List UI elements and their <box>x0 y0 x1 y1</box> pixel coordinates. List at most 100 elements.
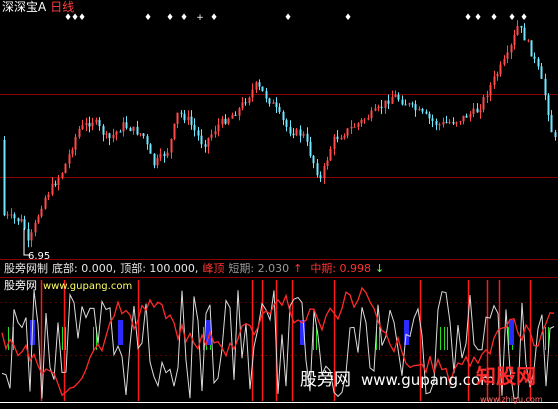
candle-body <box>292 133 295 136</box>
candle-body <box>486 95 489 98</box>
candle-body <box>217 124 220 132</box>
candle-body <box>489 84 492 96</box>
candle-body <box>476 108 479 113</box>
candle-body <box>493 76 496 85</box>
candle-body <box>462 115 465 122</box>
indicator-legend: 股旁网制 底部: 0.000, 顶部: 100.000, 峰顶 短期: 2.030 ↑ 中期… <box>4 262 392 275</box>
candle-body <box>238 108 241 116</box>
candle-body <box>448 122 451 124</box>
watermark-url: www.gupang.com <box>361 371 495 389</box>
candle-body <box>115 131 118 135</box>
candle-body <box>496 74 499 77</box>
signal-mark: ♦ <box>78 13 86 23</box>
candle-body <box>40 208 43 217</box>
candle-body <box>319 175 322 179</box>
candle-body <box>550 115 553 133</box>
indicator-name: 股旁网制 <box>4 262 48 275</box>
period-label: 日线 <box>50 0 75 14</box>
candle-body <box>187 116 190 121</box>
candle-body <box>54 183 57 186</box>
candle-body <box>482 97 485 110</box>
indicator-peak: 峰顶 <box>202 262 225 275</box>
candle-body <box>544 78 547 96</box>
candle-body <box>452 122 455 124</box>
candle-body <box>173 123 176 139</box>
candle-body <box>159 153 162 158</box>
site-url[interactable]: www.gupang.com <box>43 281 132 292</box>
candle-body <box>435 120 438 125</box>
candle-body <box>139 133 142 135</box>
candle-body <box>108 133 111 139</box>
candle-body <box>231 114 234 119</box>
signal-mark: ♦ <box>180 13 188 23</box>
candle-body <box>275 102 278 108</box>
candle-body <box>272 102 275 104</box>
candle-body <box>149 144 152 154</box>
candle-body <box>261 86 264 92</box>
candle-body <box>425 111 428 114</box>
signal-mark: ♦ <box>474 13 482 23</box>
candle-body <box>289 126 292 134</box>
candle-body <box>207 137 210 147</box>
candle-body <box>221 118 224 125</box>
candle-body <box>459 121 462 123</box>
candle-body <box>391 96 394 104</box>
signal-mark: ♦ <box>166 13 174 23</box>
candle-body <box>204 144 207 147</box>
candle-body <box>306 133 309 142</box>
chart-title: 深深宝A 日线 <box>2 1 74 14</box>
candle-body <box>200 135 203 145</box>
candle-body <box>421 108 424 112</box>
candle-body <box>37 216 40 223</box>
candle-body <box>193 124 196 131</box>
candle-body <box>129 127 132 132</box>
logo: 知股网 <box>476 364 536 388</box>
candle-body <box>523 27 526 41</box>
candle-body <box>397 94 400 100</box>
candle-body <box>309 141 312 156</box>
candle-body <box>282 111 285 121</box>
candle-body <box>513 34 516 46</box>
candle-body <box>136 126 139 135</box>
candle-body <box>251 89 254 98</box>
candle-body <box>88 123 91 127</box>
signal-marks: ♦♦♦ ♦ ♦ ♦ + ♦ ♦ ♦ ♦ ♦ ♦ ♦ ♦ <box>64 13 528 23</box>
candle-body <box>499 64 502 75</box>
signal-mark: ♦ <box>144 13 152 23</box>
candle-body <box>360 119 363 124</box>
candle-body <box>336 136 339 140</box>
candle-body <box>61 173 64 178</box>
stock-chart[interactable]: ♦♦♦ ♦ ♦ ♦ + ♦ ♦ ♦ ♦ ♦ ♦ ♦ ♦ <box>0 0 558 409</box>
signal-mark: ♦ <box>520 13 528 23</box>
candle-body <box>465 115 468 118</box>
candle-body <box>340 137 343 140</box>
candle-body <box>533 56 536 59</box>
candle-body <box>346 128 349 136</box>
candle-body <box>530 40 533 57</box>
candle-body <box>404 104 407 106</box>
candle-body <box>554 132 557 138</box>
candle-body <box>353 126 356 128</box>
signal-mark: ♦ <box>284 13 292 23</box>
candle-body <box>323 165 326 179</box>
candle-body <box>98 119 101 126</box>
candle-body <box>163 153 166 157</box>
candle-body <box>547 95 550 116</box>
candle-body <box>170 138 173 153</box>
candle-body <box>442 121 445 125</box>
candle-body <box>394 94 397 97</box>
candle-body <box>329 148 332 161</box>
candle-body <box>380 106 383 108</box>
candle-body <box>64 163 67 174</box>
candle-body <box>183 113 186 121</box>
candle-body <box>258 82 261 87</box>
signal-mark: ♦ <box>464 13 472 23</box>
candle-body <box>3 140 6 216</box>
candle-body <box>527 40 530 42</box>
candle-body <box>224 118 227 124</box>
candle-body <box>312 155 315 164</box>
indicator-short-term: 短期: 2.030 ↑ <box>228 262 303 275</box>
candle-body <box>57 177 60 186</box>
candle-body <box>506 52 509 59</box>
candle-body <box>95 119 98 123</box>
